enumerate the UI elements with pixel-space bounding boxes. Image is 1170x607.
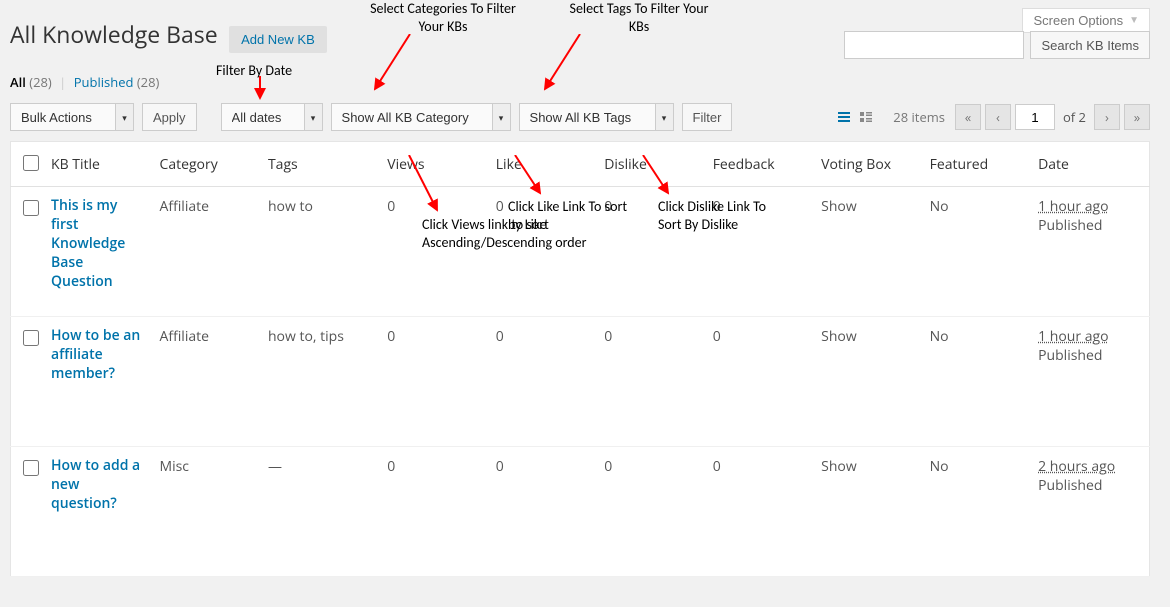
col-title[interactable]: KB Title [43, 142, 151, 187]
cell-featured: No [922, 447, 1030, 577]
cell-feedback: 0 [705, 317, 813, 447]
cell-featured: No [922, 187, 1030, 317]
cell-date-status: Published [1038, 216, 1102, 235]
cell-dislike: 0 [596, 447, 704, 577]
cell-category: Affiliate [152, 187, 260, 317]
prev-page-button[interactable]: ‹ [985, 104, 1011, 130]
annotation-filter-tag: Select Tags To Filter Your KBs [564, 0, 714, 35]
cell-category: Misc [152, 447, 260, 577]
items-count: 28 items [893, 108, 945, 126]
col-views[interactable]: Views [379, 142, 487, 187]
kb-title-link[interactable]: How to add a new question? [51, 457, 143, 514]
cell-date-ago: 2 hours ago [1038, 457, 1115, 476]
cell-tags: how to [260, 187, 379, 317]
category-filter-select[interactable]: Show All KB Category [331, 103, 511, 131]
cell-tags: — [260, 447, 379, 577]
col-feedback: Feedback [705, 142, 813, 187]
cell-date-status: Published [1038, 346, 1102, 365]
last-page-button[interactable]: » [1124, 104, 1150, 130]
apply-button[interactable]: Apply [142, 103, 197, 131]
cell-dislike: 0 [596, 187, 704, 317]
cell-date-ago: 1 hour ago [1038, 197, 1108, 216]
kb-title-link[interactable]: How to be an affiliate member? [51, 327, 143, 384]
status-filter: All (28) | Published (28) [10, 73, 1150, 91]
cell-like: 0 [488, 317, 596, 447]
next-page-button[interactable]: › [1094, 104, 1120, 130]
cell-views: 0 [379, 317, 487, 447]
bulk-actions-select[interactable]: Bulk Actions [10, 103, 134, 131]
cell-date-status: Published [1038, 476, 1102, 495]
cell-like: 0 [488, 187, 596, 317]
row-checkbox[interactable] [23, 200, 39, 216]
col-dislike[interactable]: Dislike [596, 142, 704, 187]
table-row: How to add a new question?Misc—0000ShowN… [11, 447, 1150, 577]
kb-table: KB Title Category Tags Views Like Dislik… [10, 141, 1150, 577]
col-tags: Tags [260, 142, 379, 187]
cell-dislike: 0 [596, 317, 704, 447]
cell-date-ago: 1 hour ago [1038, 327, 1108, 346]
kb-title-link[interactable]: This is my first Knowledge Base Question [51, 197, 143, 291]
cell-featured: No [922, 317, 1030, 447]
row-checkbox[interactable] [23, 330, 39, 346]
row-checkbox[interactable] [23, 460, 39, 476]
search-button[interactable]: Search KB Items [1030, 31, 1150, 59]
status-filter-all[interactable]: All (28) [10, 73, 55, 91]
col-featured: Featured [922, 142, 1030, 187]
cell-voting: Show [813, 317, 921, 447]
status-filter-published[interactable]: Published (28) [74, 73, 160, 91]
cell-feedback: 0 [705, 447, 813, 577]
screen-options-label: Screen Options [1033, 13, 1123, 28]
search-input[interactable] [844, 31, 1024, 59]
cell-feedback: 0 [705, 187, 813, 317]
table-row: This is my first Knowledge Base Question… [11, 187, 1150, 317]
cell-voting: Show [813, 447, 921, 577]
first-page-button[interactable]: « [955, 104, 981, 130]
page-of: of 2 [1063, 108, 1086, 126]
col-voting: Voting Box [813, 142, 921, 187]
col-category: Category [152, 142, 260, 187]
excerpt-view-icon[interactable] [855, 106, 877, 128]
col-like[interactable]: Like [488, 142, 596, 187]
cell-tags: how to, tips [260, 317, 379, 447]
list-view-icon[interactable] [833, 106, 855, 128]
add-new-button[interactable]: Add New KB [229, 26, 327, 53]
date-filter-select[interactable]: All dates [221, 103, 323, 131]
cell-category: Affiliate [152, 317, 260, 447]
filter-button[interactable]: Filter [682, 103, 733, 131]
page-title: All Knowledge Base [10, 18, 218, 50]
page-input[interactable] [1015, 104, 1055, 130]
cell-views: 0 [379, 447, 487, 577]
col-date[interactable]: Date [1030, 142, 1149, 187]
cell-like: 0 [488, 447, 596, 577]
tags-filter-select[interactable]: Show All KB Tags [519, 103, 674, 131]
table-row: How to be an affiliate member?Affiliateh… [11, 317, 1150, 447]
cell-views: 0 [379, 187, 487, 317]
cell-voting: Show [813, 187, 921, 317]
select-all-checkbox[interactable] [23, 155, 39, 171]
chevron-down-icon: ▼ [1129, 15, 1139, 26]
annotation-filter-cat: Select Categories To Filter Your KBs [358, 0, 528, 35]
screen-options-button[interactable]: Screen Options ▼ [1022, 8, 1150, 33]
